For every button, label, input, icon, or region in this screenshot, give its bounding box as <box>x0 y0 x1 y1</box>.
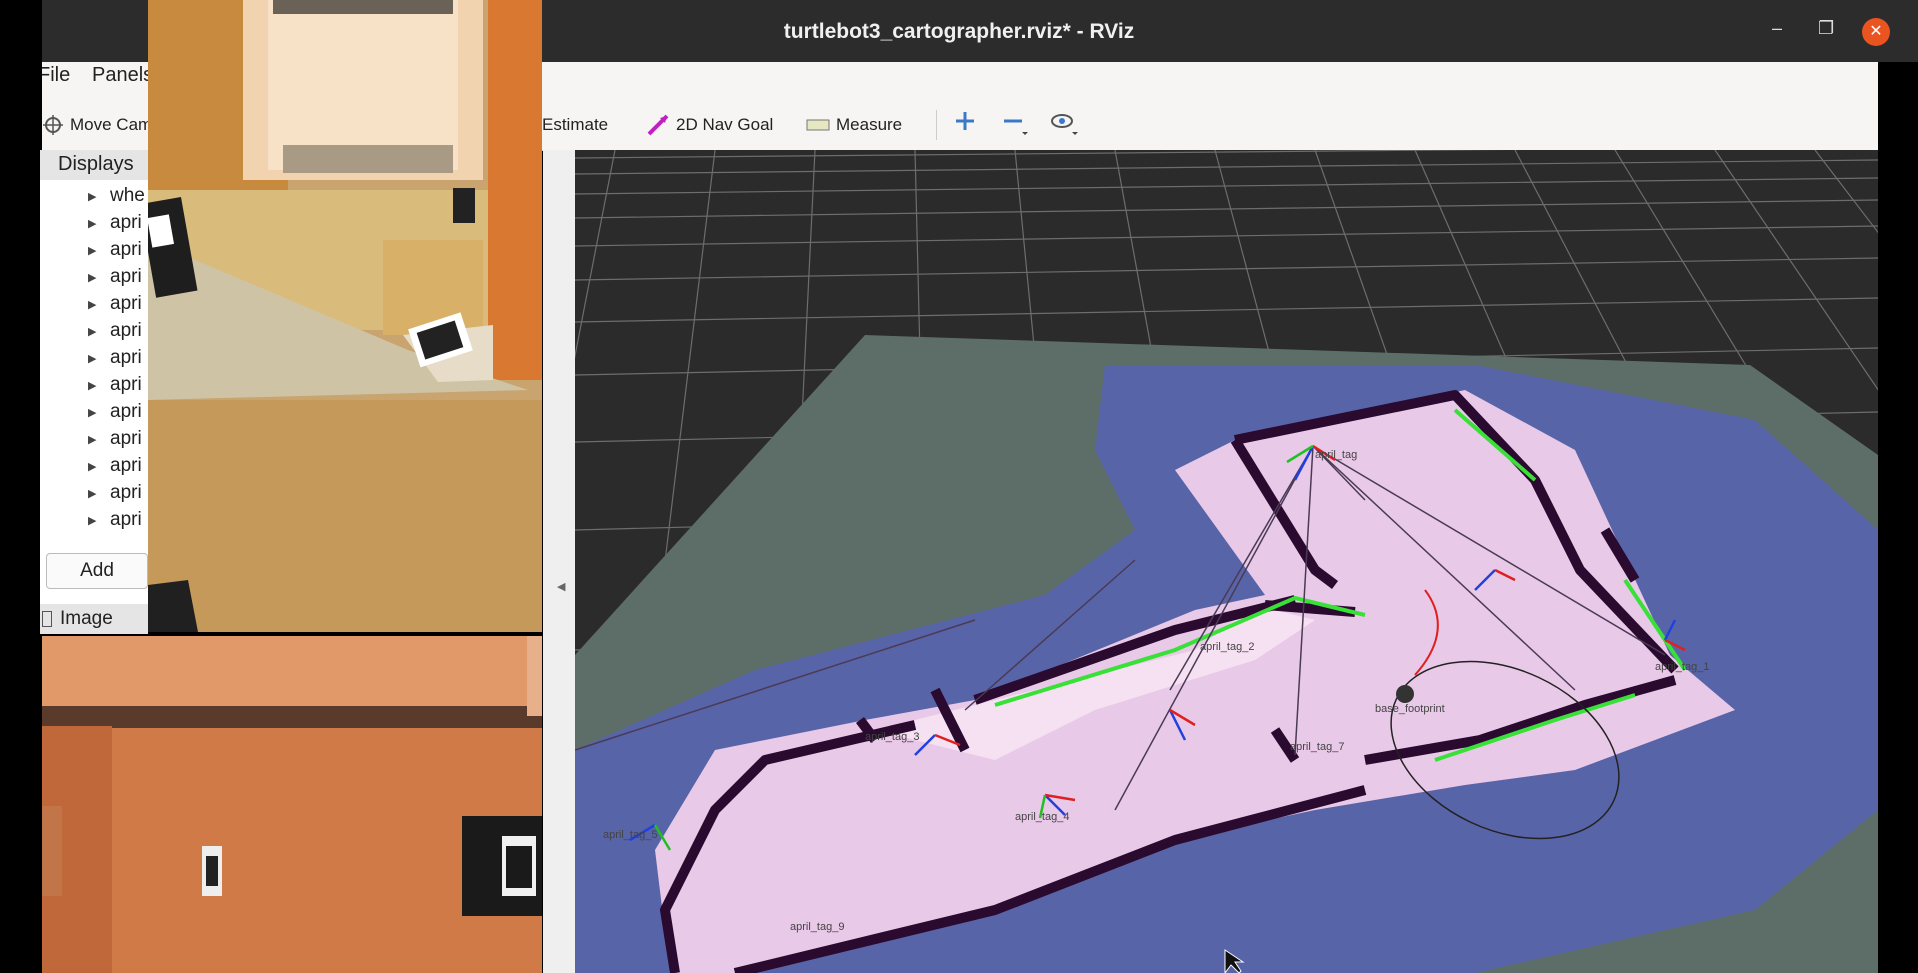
expand-triangle-icon[interactable]: ▶ <box>88 433 98 446</box>
add-display-button[interactable]: Add <box>46 553 148 589</box>
display-item[interactable]: ▶ apri <box>88 480 142 506</box>
screen-edge-right <box>1878 62 1918 973</box>
display-item[interactable]: ▶ apri <box>88 210 142 236</box>
expand-triangle-icon[interactable]: ▶ <box>88 379 98 392</box>
robot-marker <box>1396 685 1414 703</box>
collapse-arrow-icon[interactable]: ◀ <box>557 580 565 593</box>
display-item[interactable]: ▶ apri <box>88 399 142 425</box>
image-panel-header: Image <box>40 604 148 634</box>
display-item[interactable]: ▶ apri <box>88 426 142 452</box>
restore-icon[interactable]: ❐ <box>1818 18 1834 39</box>
display-item[interactable]: ▶ apri <box>88 318 142 344</box>
expand-triangle-icon[interactable]: ▶ <box>88 217 98 230</box>
expand-triangle-icon[interactable]: ▶ <box>88 514 98 527</box>
screen-edge-left <box>0 0 42 973</box>
pose-estimate-button[interactable]: Estimate <box>542 110 608 140</box>
expand-triangle-icon[interactable]: ▶ <box>88 190 98 203</box>
expand-triangle-icon[interactable]: ▶ <box>88 298 98 311</box>
pose-estimate-label: Estimate <box>542 115 609 134</box>
menu-file[interactable]: File <box>38 64 70 87</box>
panel-icon <box>42 611 52 627</box>
menu-panels[interactable]: Panels <box>92 64 153 87</box>
tag-label: april_tag_7 <box>1290 741 1344 753</box>
tag-label: april_tag_1 <box>1655 661 1709 673</box>
tag-label: april_tag_5 <box>603 829 657 841</box>
nav-goal-button[interactable]: 2D Nav Goal <box>646 110 773 140</box>
plus-icon[interactable] <box>954 110 976 132</box>
minimize-icon[interactable]: – <box>1772 18 1782 39</box>
display-item[interactable]: ▶ whe <box>88 183 145 209</box>
tag-label: april_tag_4 <box>1015 811 1069 823</box>
expand-triangle-icon[interactable]: ▶ <box>88 244 98 257</box>
camera-overlay-bottom <box>42 636 542 973</box>
close-icon[interactable]: ✕ <box>1862 18 1890 46</box>
display-item[interactable]: ▶ apri <box>88 507 142 533</box>
display-item[interactable]: ▶ apri <box>88 237 142 263</box>
ruler-icon <box>806 119 830 131</box>
image-panel-title: Image <box>60 608 113 629</box>
tag-label: april_tag_3 <box>865 731 919 743</box>
display-item[interactable]: ▶ apri <box>88 291 142 317</box>
minus-icon[interactable] <box>1002 110 1028 136</box>
display-item[interactable]: ▶ apri <box>88 345 142 371</box>
displays-header: Displays <box>40 150 148 180</box>
robot-label: base_footprint <box>1375 703 1445 715</box>
display-item[interactable]: ▶ apri <box>88 372 142 398</box>
camera-overlay-top <box>148 0 542 632</box>
expand-triangle-icon[interactable]: ▶ <box>88 460 98 473</box>
render-view[interactable]: april_tag_5 april_tag_3 april_tag_4 apri… <box>575 150 1878 973</box>
move-camera-label: Move Cam <box>70 115 153 134</box>
measure-label: Measure <box>836 115 903 134</box>
displays-title: Displays <box>58 153 134 175</box>
expand-triangle-icon[interactable]: ▶ <box>88 352 98 365</box>
toolbar-divider <box>936 110 937 140</box>
move-camera-button[interactable]: Move Cam <box>42 110 152 140</box>
expand-triangle-icon[interactable]: ▶ <box>88 325 98 338</box>
expand-triangle-icon[interactable]: ▶ <box>88 406 98 419</box>
measure-button[interactable]: Measure <box>806 110 902 140</box>
nav-goal-label: 2D Nav Goal <box>676 115 774 134</box>
tag-label: april_tag_9 <box>790 921 844 933</box>
nav-goal-arrow-icon <box>647 114 669 136</box>
panel-splitter[interactable]: ◀ <box>543 150 575 973</box>
tag-label: april_tag_2 <box>1200 641 1254 653</box>
display-item[interactable]: ▶ apri <box>88 453 142 479</box>
move-camera-icon <box>43 115 63 135</box>
expand-triangle-icon[interactable]: ▶ <box>88 271 98 284</box>
eye-icon[interactable] <box>1050 110 1080 136</box>
display-item[interactable]: ▶ apri <box>88 264 142 290</box>
expand-triangle-icon[interactable]: ▶ <box>88 487 98 500</box>
tag-label: april_tag <box>1315 449 1357 461</box>
